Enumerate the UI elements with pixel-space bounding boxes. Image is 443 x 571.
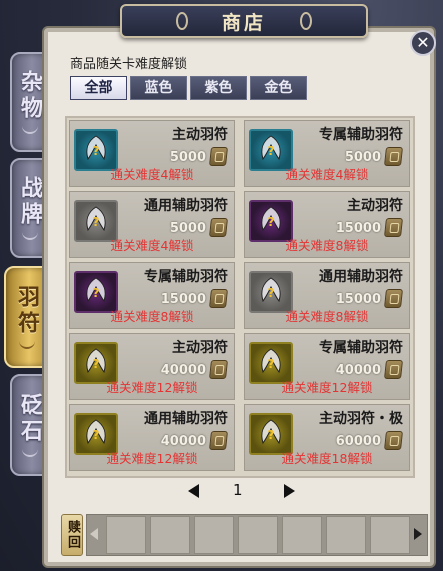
slots-next-arrow-icon[interactable]	[414, 528, 422, 540]
filter-tab-all[interactable]: 全部	[70, 76, 127, 100]
next-page-button[interactable]	[284, 484, 295, 498]
side-tab-label: 羽符	[14, 285, 40, 337]
filter-tab-blue[interactable]: 蓝色	[130, 76, 187, 100]
shop-item-card[interactable]: ? 主动羽符 5000 通关难度4解锁	[69, 120, 235, 187]
redeem-slot[interactable]	[326, 516, 366, 554]
item-name: 专属辅助羽符	[319, 127, 403, 143]
filter-tab-purple[interactable]: 紫色	[190, 76, 247, 100]
svg-text:?: ?	[93, 357, 100, 371]
svg-text:?: ?	[268, 428, 275, 442]
shop-item-card[interactable]: ? 通用辅助羽符 15000 通关难度8解锁	[244, 262, 410, 329]
item-price: 40000	[160, 434, 206, 449]
flourish-icon	[300, 12, 312, 30]
tab-ornament-icon	[22, 449, 38, 457]
shop-item-card[interactable]: ? 通用辅助羽符 5000 通关难度4解锁	[69, 191, 235, 258]
tab-ornament-icon	[22, 232, 38, 240]
shop-item-card[interactable]: ? 专属辅助羽符 5000 通关难度4解锁	[244, 120, 410, 187]
unlock-requirement: 通关难度8解锁	[285, 238, 369, 253]
redeem-slot[interactable]	[150, 516, 190, 554]
item-price: 5000	[344, 150, 381, 165]
shop-item-card[interactable]: ? 专属辅助羽符 15000 通关难度8解锁	[69, 262, 235, 329]
item-price: 5000	[169, 221, 206, 236]
svg-text:?: ?	[93, 428, 100, 442]
item-name: 主动羽符・极	[319, 411, 403, 427]
filter-tab-gold[interactable]: 金色	[250, 76, 307, 100]
unlock-requirement: 通关难度12解锁	[281, 380, 373, 395]
shop-item-card[interactable]: ? 专属辅助羽符 40000 通关难度12解锁	[244, 333, 410, 400]
unlock-hint: 商品随关卡难度解锁	[70, 57, 188, 72]
unlock-requirement: 通关难度8解锁	[285, 309, 369, 324]
item-price: 15000	[335, 221, 381, 236]
item-price: 5000	[169, 150, 206, 165]
item-name: 通用辅助羽符	[144, 198, 228, 214]
item-name: 主动羽符	[172, 127, 228, 143]
unlock-requirement: 通关难度8解锁	[110, 309, 194, 324]
prev-page-button[interactable]	[188, 484, 199, 498]
svg-text:?: ?	[268, 144, 275, 158]
svg-text:?: ?	[268, 286, 275, 300]
flourish-icon	[175, 12, 188, 30]
item-name: 主动羽符	[172, 340, 228, 356]
item-price: 60000	[335, 434, 381, 449]
redeem-slot[interactable]	[370, 516, 410, 554]
unlock-requirement: 通关难度4解锁	[110, 238, 194, 253]
page-title: 商店	[221, 11, 266, 34]
shop-item-card[interactable]: ? 主动羽符 40000 通关难度12解锁	[69, 333, 235, 400]
item-price: 40000	[335, 363, 381, 378]
tab-ornament-icon	[19, 341, 35, 349]
svg-text:?: ?	[268, 357, 275, 371]
item-name: 专属辅助羽符	[319, 340, 403, 356]
item-price: 15000	[160, 292, 206, 307]
title-plaque: 商店	[120, 4, 368, 38]
item-name: 主动羽符	[347, 198, 403, 214]
close-icon: ✕	[416, 33, 430, 52]
page-number: 1	[233, 481, 243, 499]
tab-ornament-icon	[22, 126, 38, 134]
redeem-slot[interactable]	[282, 516, 322, 554]
shop-item-card[interactable]: ? 主动羽符 15000 通关难度8解锁	[244, 191, 410, 258]
redeem-button[interactable]: 赎回	[61, 514, 83, 556]
svg-text:?: ?	[93, 286, 100, 300]
shop-item-card[interactable]: ? 通用辅助羽符 40000 通关难度12解锁	[69, 404, 235, 471]
item-price: 15000	[335, 292, 381, 307]
unlock-requirement: 通关难度4解锁	[110, 167, 194, 182]
item-price: 40000	[160, 363, 206, 378]
unlock-requirement: 通关难度18解锁	[281, 451, 373, 466]
side-tab-label: 砭石	[17, 393, 43, 445]
redeem-slot[interactable]	[194, 516, 234, 554]
item-name: 通用辅助羽符	[144, 411, 228, 427]
redeem-slot[interactable]	[106, 516, 146, 554]
unlock-requirement: 通关难度12解锁	[106, 451, 198, 466]
shop-item-card[interactable]: ? 主动羽符・极 60000 通关难度18解锁	[244, 404, 410, 471]
svg-text:?: ?	[93, 144, 100, 158]
svg-text:?: ?	[268, 215, 275, 229]
svg-text:?: ?	[93, 215, 100, 229]
unlock-requirement: 通关难度4解锁	[285, 167, 369, 182]
side-tab-label: 战牌	[17, 176, 43, 228]
item-name: 通用辅助羽符	[319, 269, 403, 285]
redeem-slot[interactable]	[238, 516, 278, 554]
unlock-requirement: 通关难度12解锁	[106, 380, 198, 395]
close-button[interactable]: ✕	[410, 30, 436, 56]
slots-prev-arrow-icon[interactable]	[90, 528, 98, 540]
side-tab-label: 杂物	[17, 70, 43, 122]
item-name: 专属辅助羽符	[144, 269, 228, 285]
